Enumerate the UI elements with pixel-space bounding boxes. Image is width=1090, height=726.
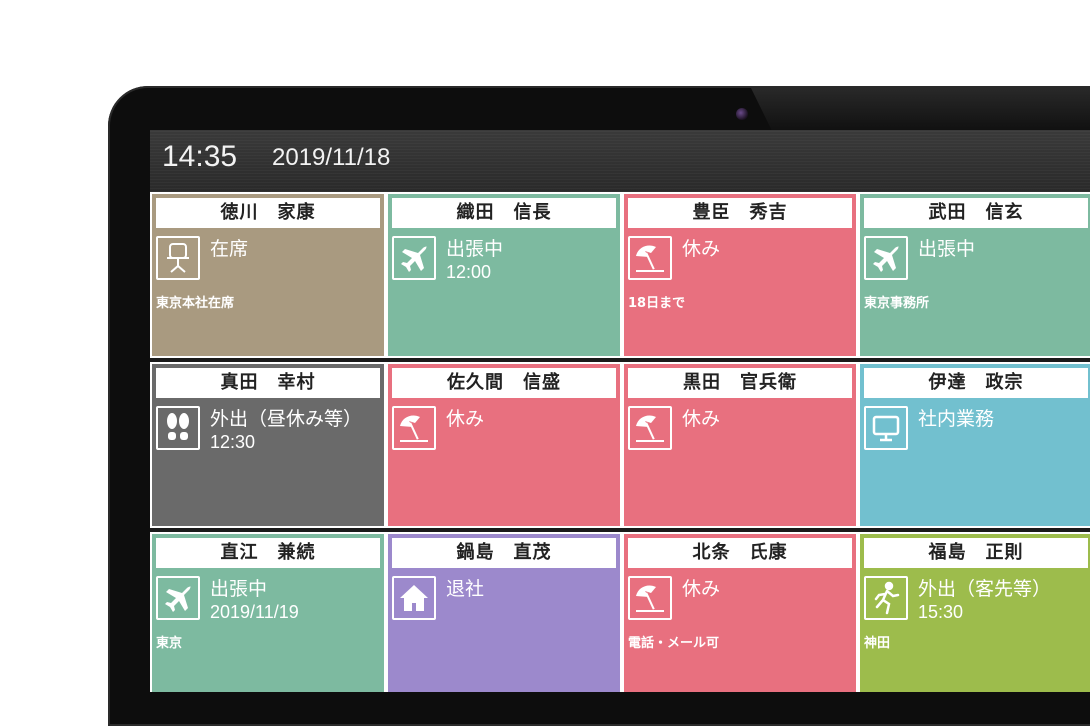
staff-grid: 徳川 家康 在席 東京本社在席 織田 信長 出張中 12:00 豊臣 秀吉 休み 18日まで 武田… [150,192,1090,692]
staff-card[interactable]: 武田 信玄出張中東京事務所 [858,192,1090,358]
status-label: 休み [682,578,721,600]
running-person-icon [864,576,908,620]
status-label: 社内業務 [918,408,995,430]
monitor-icon [864,406,908,450]
staff-card[interactable]: 真田 幸村外出（昼休み等） 12:30 [150,362,386,528]
status-label: 外出（昼休み等） [210,408,363,430]
staff-name: 豊臣 秀吉 [628,198,852,228]
webcam [736,108,748,120]
staff-name: 北条 氏康 [628,538,852,568]
staff-name: 伊達 政宗 [864,368,1088,398]
beach-umbrella-icon [628,406,672,450]
clock-time: 14:35 [162,140,238,173]
airplane-icon [864,236,908,280]
status-board-screen: 14:35 2019/11/18 徳川 家康 在席 東京本社在席 織田 信長 出張中 12… [150,130,1090,692]
beach-umbrella-icon [628,576,672,620]
clock-date: 2019/11/18 [272,144,391,171]
staff-card[interactable]: 徳川 家康在席東京本社在席 [150,192,386,358]
staff-card[interactable]: 直江 兼続出張中 2019/11/19 東京 [150,532,386,692]
chair-icon [156,236,200,280]
status-note: 東京本社在席 [156,296,235,311]
staff-card[interactable]: 豊臣 秀吉休み 18日まで [622,192,858,358]
staff-name: 直江 兼続 [156,538,380,568]
status-label: 出張中 [446,238,504,260]
home-icon [392,576,436,620]
status-label: 外出（客先等） [918,578,1052,600]
staff-card[interactable]: 福島 正則外出（客先等） 15:30 神田 [858,532,1090,692]
staff-card[interactable]: 伊達 政宗社内業務 [858,362,1090,528]
staff-card[interactable]: 鍋島 直茂退社 [386,532,622,692]
status-label: 在席 [210,238,249,260]
status-label: 出張中 [918,238,976,260]
airplane-icon [156,576,200,620]
status-label: 休み [446,408,485,430]
beach-umbrella-icon [628,236,672,280]
status-detail: 12:30 [210,432,256,452]
staff-name: 佐久間 信盛 [392,368,616,398]
monitor-bezel-edge [750,86,1090,130]
staff-name: 徳川 家康 [156,198,380,228]
status-note: 東京 [156,636,183,651]
staff-card[interactable]: 北条 氏康休み電話・メール可 [622,532,858,692]
staff-name: 福島 正則 [864,538,1088,568]
staff-name: 武田 信玄 [864,198,1088,228]
beach-umbrella-icon [392,406,436,450]
status-note: 神田 [864,636,891,651]
staff-card[interactable]: 黒田 官兵衛休み [622,362,858,528]
status-label: 退社 [446,578,485,600]
status-note: 電話・メール可 [628,636,720,651]
status-detail: 15:30 [918,602,964,622]
header-bar: 14:35 2019/11/18 [150,130,1090,192]
staff-name: 鍋島 直茂 [392,538,616,568]
airplane-icon [392,236,436,280]
status-note: 東京事務所 [864,296,930,311]
status-label: 休み [682,238,721,260]
staff-name: 黒田 官兵衛 [628,368,852,398]
staff-name: 真田 幸村 [156,368,380,398]
status-detail: 2019/11/19 [210,602,299,622]
status-note: 18日まで [628,296,686,311]
staff-card[interactable]: 佐久間 信盛休み [386,362,622,528]
status-label: 休み [682,408,721,430]
staff-card[interactable]: 織田 信長出張中 12:00 [386,192,622,358]
staff-name: 織田 信長 [392,198,616,228]
status-label: 出張中 [210,578,268,600]
footprints-icon [156,406,200,450]
status-detail: 12:00 [446,262,492,282]
